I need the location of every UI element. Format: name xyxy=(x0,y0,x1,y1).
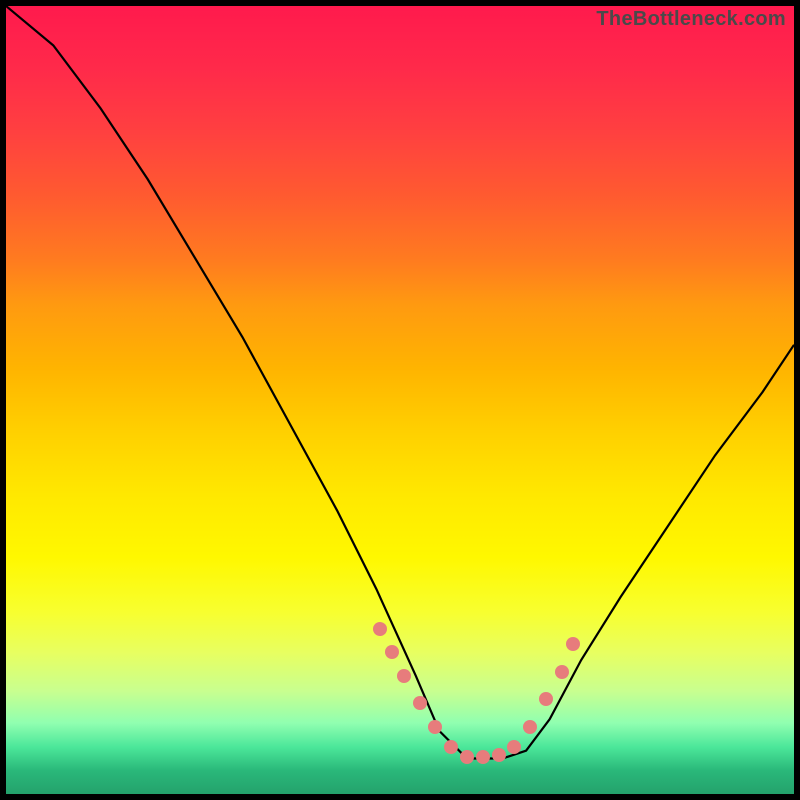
marker-dot xyxy=(523,720,537,734)
chart-frame: TheBottleneck.com xyxy=(0,0,800,800)
marker-dot xyxy=(413,696,427,710)
marker-dot xyxy=(373,622,387,636)
marker-dot xyxy=(476,750,490,764)
watermark-text: TheBottleneck.com xyxy=(596,8,786,31)
marker-dot xyxy=(444,740,458,754)
bottleneck-curve xyxy=(6,6,794,759)
marker-dot xyxy=(460,750,474,764)
marker-dot xyxy=(507,740,521,754)
marker-dot xyxy=(492,748,506,762)
marker-dot xyxy=(555,665,569,679)
marker-dot xyxy=(397,669,411,683)
